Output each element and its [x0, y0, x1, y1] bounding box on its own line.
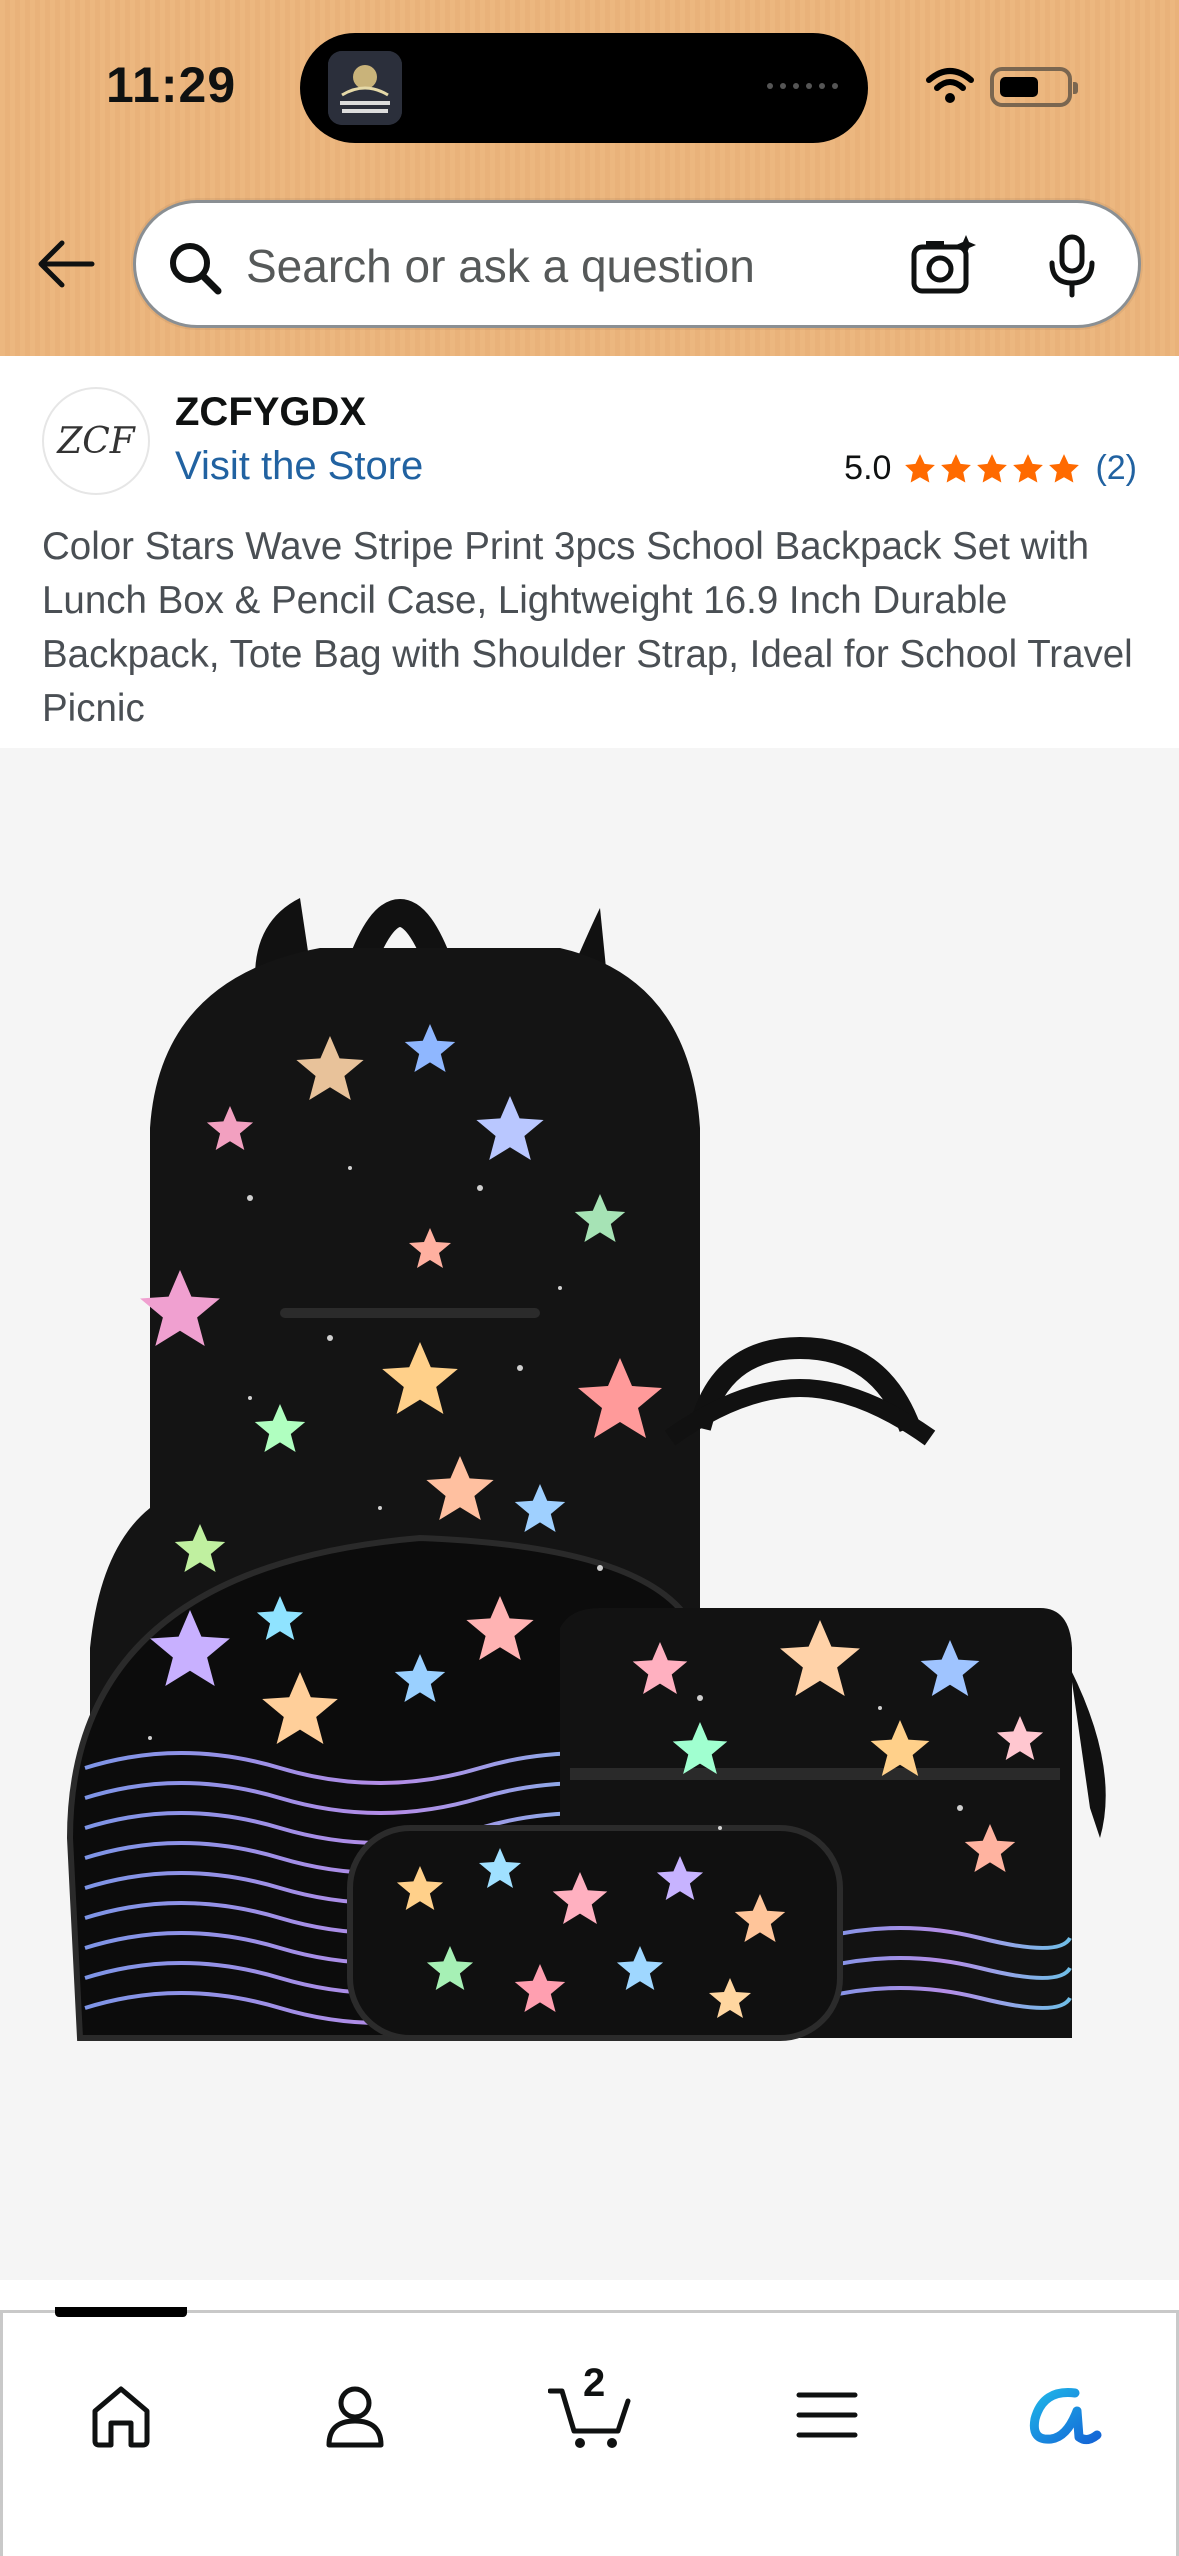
store-logo[interactable]: ZCF — [42, 387, 150, 495]
menu-icon[interactable] — [777, 2365, 877, 2465]
rating-stars — [903, 452, 1081, 486]
rufus-ai-icon[interactable] — [1013, 2365, 1113, 2465]
island-dots — [767, 83, 838, 89]
account-icon[interactable] — [305, 2365, 405, 2465]
rating-count[interactable]: (2) — [1095, 449, 1137, 488]
star-icon — [905, 453, 936, 482]
status-time: 11:29 — [106, 57, 237, 113]
bottom-navigation: 2 — [0, 2307, 1179, 2556]
back-arrow-icon[interactable] — [34, 232, 98, 296]
active-tab-indicator — [55, 2307, 187, 2317]
island-app-icon — [328, 51, 402, 125]
rating-summary[interactable]: 5.0 (2) — [844, 449, 1137, 488]
star-icon — [941, 453, 972, 482]
cart-icon[interactable]: 2 — [541, 2361, 641, 2465]
battery-icon — [990, 67, 1078, 107]
app-header: 11:29 — [0, 0, 1179, 356]
product-image[interactable] — [0, 748, 1179, 2280]
star-icon — [1013, 453, 1044, 482]
rating-value: 5.0 — [844, 449, 892, 487]
search-bar[interactable] — [133, 200, 1141, 328]
search-input[interactable] — [246, 231, 906, 301]
store-name: ZCFYGDX — [175, 390, 367, 434]
star-icon — [1049, 453, 1080, 482]
product-title: Color Stars Wave Stripe Print 3pcs Schoo… — [42, 525, 1133, 730]
dynamic-island — [300, 33, 868, 143]
star-icon — [977, 453, 1008, 482]
microphone-icon[interactable] — [1042, 231, 1102, 306]
camera-search-icon[interactable] — [908, 231, 978, 306]
home-icon[interactable] — [71, 2365, 171, 2465]
cart-count-badge: 2 — [583, 2361, 606, 2405]
wifi-icon — [925, 66, 975, 111]
visit-store-link[interactable]: Visit the Store — [175, 444, 423, 489]
search-icon — [166, 239, 224, 302]
